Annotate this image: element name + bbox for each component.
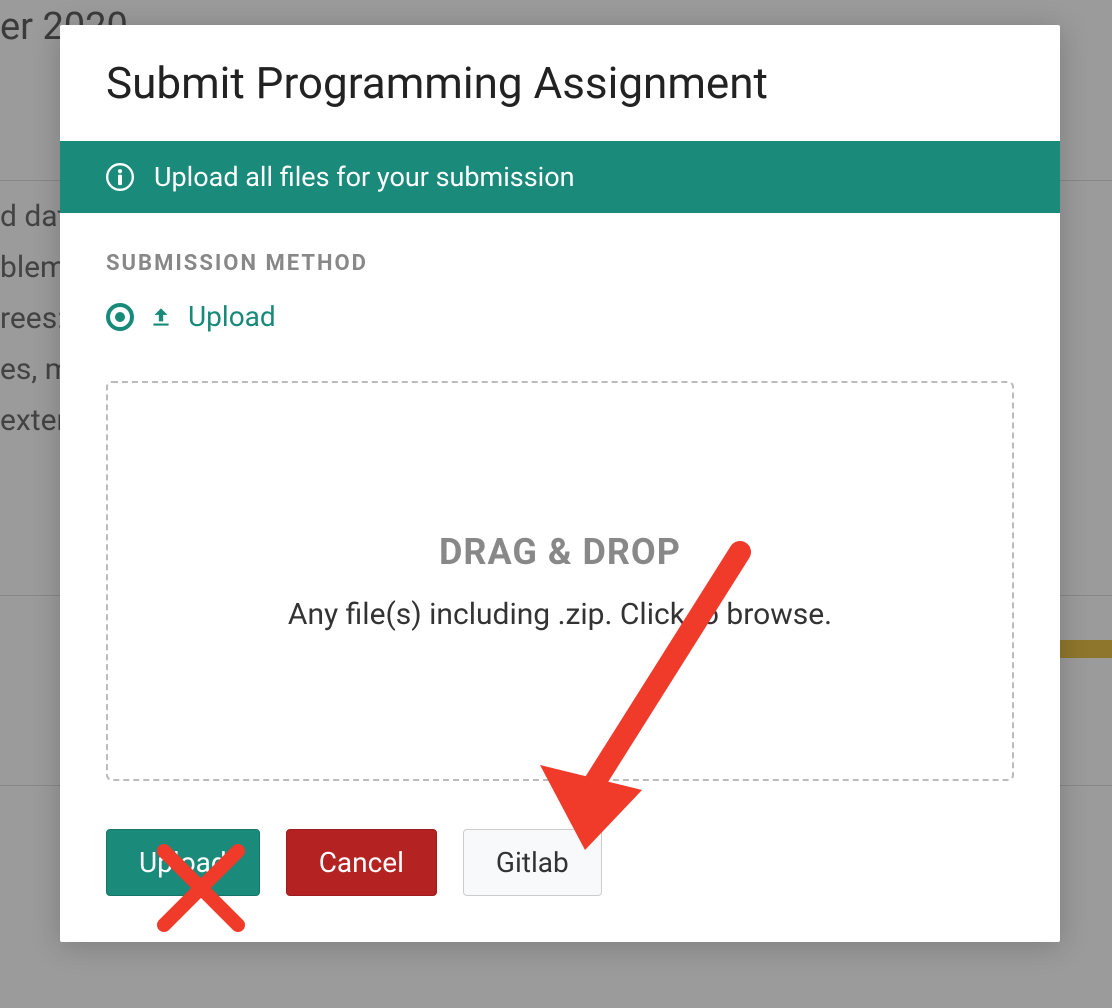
modal-button-row: Upload Cancel Gitlab [106,829,1014,896]
method-label: Upload [188,300,276,333]
modal-title: Submit Programming Assignment [60,25,1060,141]
upload-icon [148,304,174,330]
info-banner: Upload all files for your submission [60,141,1060,213]
cancel-button[interactable]: Cancel [286,829,437,896]
submission-method-upload[interactable]: Upload [106,300,1014,333]
modal-body: SUBMISSION METHOD Upload DRAG & DROP Any… [60,213,1060,942]
submission-method-label: SUBMISSION METHOD [106,251,1014,276]
gitlab-button[interactable]: Gitlab [463,829,602,896]
info-icon [106,163,134,191]
submit-assignment-modal: Submit Programming Assignment Upload all… [60,25,1060,942]
info-banner-text: Upload all files for your submission [154,161,575,193]
dropzone-subtitle: Any file(s) including .zip. Click to bro… [288,597,832,632]
radio-selected-icon [106,303,134,331]
upload-button[interactable]: Upload [106,829,260,896]
file-dropzone[interactable]: DRAG & DROP Any file(s) including .zip. … [106,381,1014,781]
dropzone-title: DRAG & DROP [439,531,681,573]
